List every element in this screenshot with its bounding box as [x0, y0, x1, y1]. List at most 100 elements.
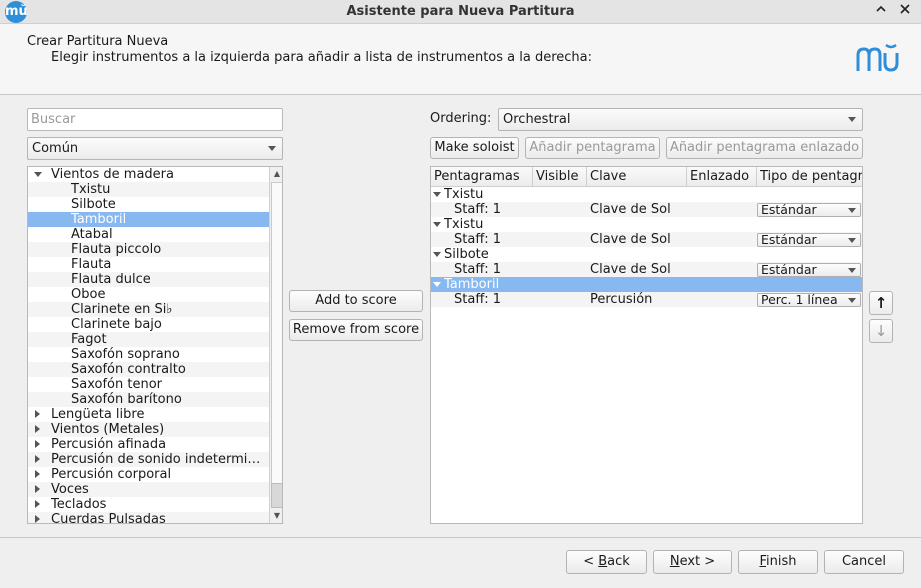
- staff-type-value: Estándar: [761, 234, 817, 246]
- expand-arrow-right-icon[interactable]: [35, 455, 40, 463]
- ordering-label: Ordering:: [430, 111, 492, 126]
- tree-instrument-row[interactable]: Fagot: [28, 332, 269, 347]
- expand-arrow-right-icon[interactable]: [35, 515, 40, 523]
- tree-instrument-row[interactable]: Atabal: [28, 227, 269, 242]
- add-to-score-button[interactable]: Add to score: [289, 290, 423, 312]
- tree-category-row[interactable]: Cuerdas Pulsadas: [28, 512, 269, 523]
- staff-clef: Percusión: [590, 292, 653, 307]
- expand-arrow-right-icon[interactable]: [35, 485, 40, 493]
- tree-row-label: Teclados: [51, 497, 107, 512]
- staff-row[interactable]: Staff: 1 Clave de Sol Estándar: [431, 202, 862, 217]
- move-down-button[interactable]: ↓: [869, 319, 893, 343]
- score-instruments-table[interactable]: Pentagramas Visible Clave Enlazado Tipo …: [430, 166, 863, 524]
- finish-rest: inish: [766, 554, 797, 569]
- tree-row-label: Clarinete en Si♭: [71, 302, 173, 317]
- col-header-clef[interactable]: Clave: [587, 167, 687, 187]
- staff-clef: Clave de Sol: [590, 232, 671, 247]
- arrow-down-icon: ↓: [874, 322, 888, 340]
- category-select[interactable]: Común: [27, 137, 283, 160]
- tree-instrument-row[interactable]: Txistu: [28, 182, 269, 197]
- expand-arrow-right-icon[interactable]: [35, 425, 40, 433]
- tree-instrument-row[interactable]: Oboe: [28, 287, 269, 302]
- expand-arrow-right-icon[interactable]: [35, 470, 40, 478]
- expand-arrow-down-icon[interactable]: [433, 192, 441, 197]
- staff-row[interactable]: Staff: 1 Percusión Perc. 1 línea: [431, 292, 862, 307]
- make-soloist-button[interactable]: Make soloist: [430, 137, 519, 159]
- arrow-up-icon: ↑: [874, 294, 888, 312]
- expand-arrow-down-icon[interactable]: [34, 172, 42, 177]
- next-mnemonic: N: [669, 554, 680, 569]
- instrument-row[interactable]: Tamboril: [431, 277, 862, 292]
- tree-category-row[interactable]: Voces: [28, 482, 269, 497]
- scroll-up-arrow-icon[interactable]: ▲: [271, 167, 282, 181]
- next-rest: ext >: [679, 554, 716, 569]
- tree-category-row[interactable]: Vientos de madera: [28, 167, 269, 182]
- chevron-down-icon: [848, 117, 856, 122]
- instrument-tree[interactable]: Vientos de madera Txistu Silbote Tamboril At…: [27, 166, 283, 524]
- instrument-row[interactable]: Txistu: [431, 187, 862, 202]
- remove-from-score-button[interactable]: Remove from score: [289, 319, 423, 341]
- tree-category-row[interactable]: Percusión corporal: [28, 467, 269, 482]
- tree-instrument-row[interactable]: Clarinete bajo: [28, 317, 269, 332]
- finish-button[interactable]: Finish: [738, 550, 818, 574]
- tree-category-row[interactable]: Vientos (Metales): [28, 422, 269, 437]
- expand-arrow-down-icon[interactable]: [433, 222, 441, 227]
- ordering-select[interactable]: Orchestral: [498, 108, 863, 131]
- tree-row-label: Tamboril: [71, 212, 127, 227]
- col-header-staves[interactable]: Pentagramas: [431, 167, 533, 187]
- tree-instrument-row[interactable]: Flauta dulce: [28, 272, 269, 287]
- expand-arrow-down-icon[interactable]: [433, 282, 441, 287]
- expand-arrow-right-icon[interactable]: [35, 500, 40, 508]
- add-staff-button[interactable]: Añadir pentagrama: [525, 137, 660, 159]
- tree-instrument-row[interactable]: Saxofón contralto: [28, 362, 269, 377]
- tree-instrument-row[interactable]: Saxofón barítono: [28, 392, 269, 407]
- instrument-row[interactable]: Txistu: [431, 217, 862, 232]
- staff-type-select[interactable]: Estándar: [757, 233, 861, 247]
- back-button[interactable]: < Back: [566, 550, 647, 574]
- tree-instrument-row[interactable]: Clarinete en Si♭: [28, 302, 269, 317]
- scrollbar-thumb[interactable]: [271, 483, 282, 508]
- move-up-button[interactable]: ↑: [869, 291, 893, 315]
- chevron-down-icon: [848, 268, 856, 273]
- tree-scrollbar[interactable]: ▲ ▼: [269, 167, 282, 523]
- col-header-visible[interactable]: Visible: [533, 167, 587, 187]
- page-title: Crear Partitura Nueva: [27, 34, 169, 49]
- ordering-value: Orchestral: [503, 112, 571, 127]
- tree-row-label: Percusión afinada: [51, 437, 167, 452]
- next-button[interactable]: Next >: [653, 550, 732, 574]
- maximize-button[interactable]: [871, 2, 891, 22]
- tree-category-row[interactable]: Percusión de sonido indetermi…: [28, 452, 269, 467]
- expand-arrow-right-icon[interactable]: [35, 440, 40, 448]
- tree-instrument-row[interactable]: Flauta piccolo: [28, 242, 269, 257]
- instrument-row[interactable]: Silbote: [431, 247, 862, 262]
- scrollbar-track[interactable]: [271, 182, 282, 507]
- tree-instrument-row[interactable]: Saxofón tenor: [28, 377, 269, 392]
- staff-row[interactable]: Staff: 1 Clave de Sol Estándar: [431, 262, 862, 277]
- tree-category-row[interactable]: Lengüeta libre: [28, 407, 269, 422]
- tree-category-row[interactable]: Teclados: [28, 497, 269, 512]
- staff-type-select[interactable]: Estándar: [757, 203, 861, 217]
- cancel-button[interactable]: Cancel: [824, 550, 904, 574]
- tree-instrument-row[interactable]: Tamboril: [28, 212, 269, 227]
- staff-row[interactable]: Staff: 1 Clave de Sol Estándar: [431, 232, 862, 247]
- expand-arrow-down-icon[interactable]: [433, 252, 441, 257]
- tree-category-row[interactable]: Percusión afinada: [28, 437, 269, 452]
- staff-type-select[interactable]: Estándar: [757, 263, 861, 277]
- chevron-down-icon: [848, 298, 856, 303]
- col-header-linked[interactable]: Enlazado: [687, 167, 757, 187]
- staff-clef: Clave de Sol: [590, 202, 671, 217]
- chevron-down-icon: [848, 238, 856, 243]
- close-button[interactable]: [895, 2, 915, 22]
- tree-instrument-row[interactable]: Flauta: [28, 257, 269, 272]
- tree-instrument-row[interactable]: Silbote: [28, 197, 269, 212]
- add-linked-staff-button[interactable]: Añadir pentagrama enlazado: [666, 137, 863, 159]
- back-mnemonic: B: [598, 554, 608, 569]
- search-input[interactable]: Buscar: [27, 108, 283, 131]
- col-header-staff-type[interactable]: Tipo de pentagr: [757, 167, 862, 187]
- chevron-down-icon: [848, 208, 856, 213]
- tree-instrument-row[interactable]: Saxofón soprano: [28, 347, 269, 362]
- back-prefix: <: [583, 554, 599, 569]
- expand-arrow-right-icon[interactable]: [35, 410, 40, 418]
- staff-type-select[interactable]: Perc. 1 línea: [757, 293, 861, 307]
- scroll-down-arrow-icon[interactable]: ▼: [271, 509, 282, 523]
